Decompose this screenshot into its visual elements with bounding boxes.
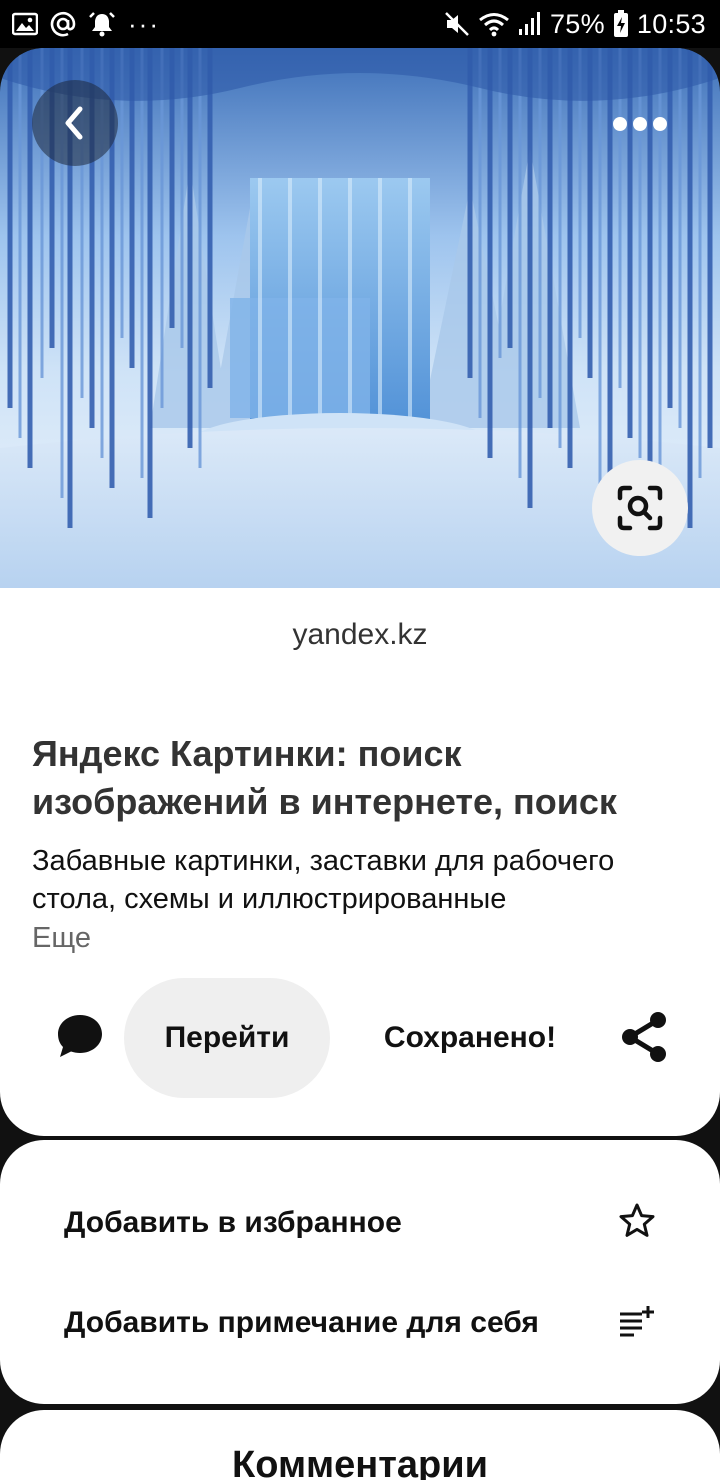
pin-title: Яндекс Картинки: поиск изображений в инт… — [32, 733, 617, 822]
share-button[interactable] — [620, 1010, 670, 1069]
add-note-item[interactable]: Добавить примечание для себя — [0, 1278, 720, 1368]
more-options-button[interactable] — [600, 104, 680, 144]
source-domain-link[interactable]: yandex.kz — [0, 618, 720, 652]
comment-icon — [58, 1015, 102, 1057]
comment-button[interactable] — [56, 1012, 104, 1065]
visual-search-icon — [617, 485, 663, 531]
show-more-link[interactable]: Еще — [32, 922, 91, 955]
signal-icon — [518, 11, 542, 37]
pin-actions-menu: Добавить в избранное Добавить примечание… — [0, 1140, 720, 1404]
comments-heading: Комментарии — [232, 1444, 488, 1480]
visual-search-button[interactable] — [592, 460, 688, 556]
battery-charging-icon — [613, 10, 629, 38]
pin-details-card: yandex.kz Яндекс Картинки: поиск изображ… — [0, 588, 720, 1136]
pin-image[interactable] — [0, 48, 720, 588]
status-bar: ··· 75% 10:53 — [0, 0, 720, 48]
battery-percent: 75% — [549, 8, 605, 39]
visit-button[interactable]: Перейти — [124, 978, 330, 1098]
at-sign-icon — [50, 11, 76, 37]
add-to-favorites-item[interactable]: Добавить в избранное — [0, 1178, 720, 1268]
back-button[interactable] — [32, 80, 118, 166]
mute-icon — [444, 11, 470, 37]
chevron-left-icon — [65, 106, 83, 140]
add-note-icon — [618, 1302, 656, 1345]
more-horizontal-icon — [613, 117, 627, 131]
saved-button[interactable]: Сохранено! — [370, 978, 570, 1098]
clock: 10:53 — [636, 8, 706, 39]
add-note-label: Добавить примечание для себя — [64, 1306, 539, 1339]
pin-actions: Перейти Сохранено! — [0, 978, 720, 1098]
more-notifications-indicator: ··· — [128, 8, 160, 39]
gallery-notification-icon — [12, 12, 38, 36]
pin-description: Забавные картинки, заставки для рабочего… — [32, 845, 615, 915]
add-to-favorites-label: Добавить в избранное — [64, 1206, 402, 1239]
share-icon — [622, 1012, 666, 1062]
wifi-icon — [478, 11, 510, 37]
alarm-icon — [88, 10, 116, 38]
comments-section: Комментарии — [0, 1410, 720, 1480]
star-icon — [618, 1202, 656, 1245]
